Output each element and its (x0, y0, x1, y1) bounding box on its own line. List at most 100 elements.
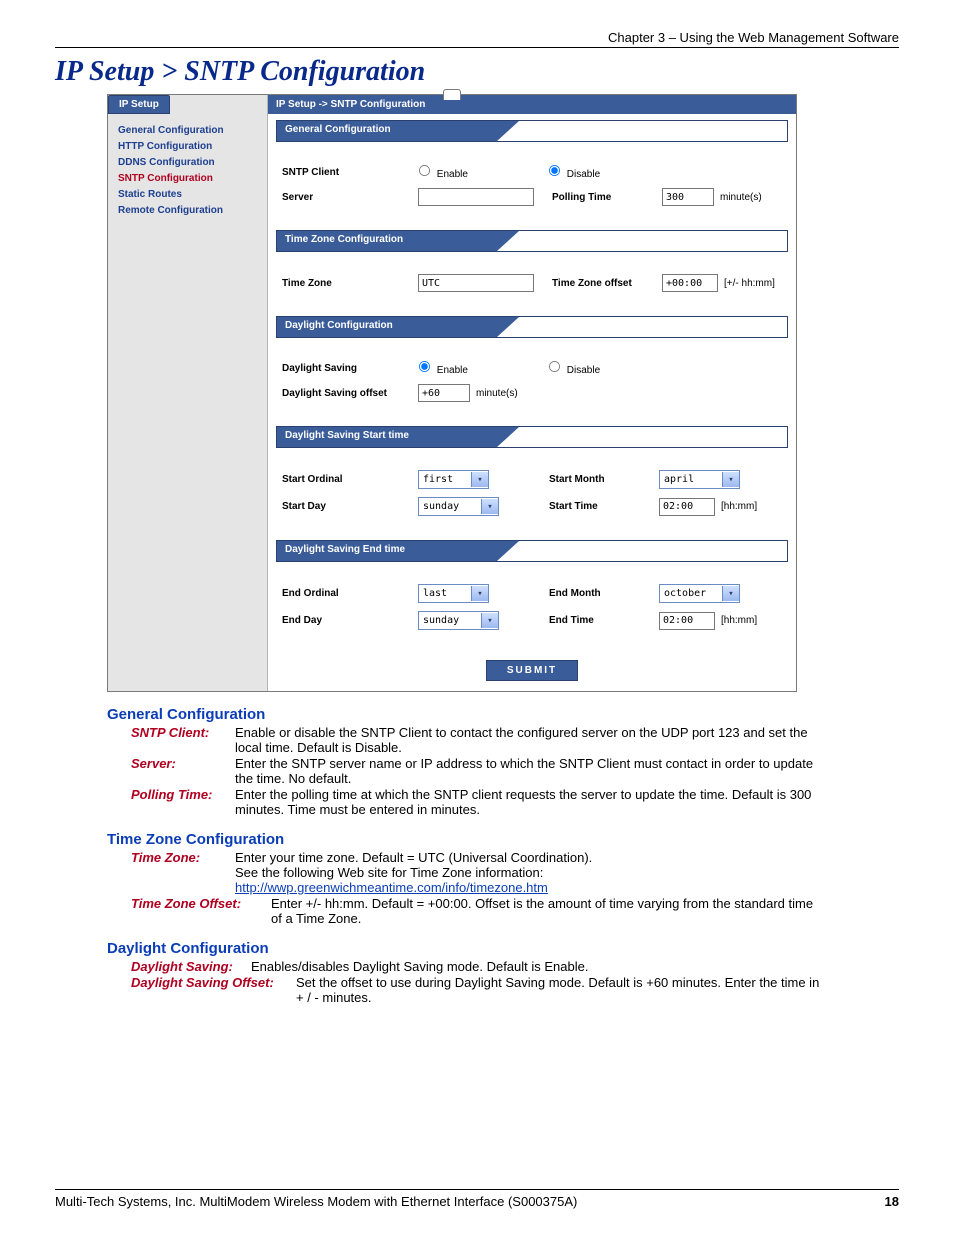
sntp-client-label: SNTP Client (282, 167, 418, 178)
doc-term-sntp: SNTP Client: (131, 725, 235, 755)
tz-offset-unit: [+/- hh:mm] (724, 278, 775, 289)
start-day-label: Start Day (282, 501, 418, 512)
start-month-value: april (664, 474, 722, 485)
polling-time-label: Polling Time (552, 192, 662, 203)
disable-label: Disable (567, 169, 600, 180)
start-ordinal-value: first (423, 474, 471, 485)
server-label: Server (282, 192, 418, 203)
doc-body-poll: Enter the polling time at which the SNTP… (235, 787, 827, 817)
doc-heading-tz: Time Zone Configuration (107, 831, 827, 848)
submit-button[interactable]: SUBMIT (486, 660, 578, 681)
sidebar-item-static[interactable]: Static Routes (118, 189, 257, 200)
chevron-down-icon: ▾ (471, 472, 488, 487)
sidebar-item-sntp[interactable]: SNTP Configuration (118, 173, 257, 184)
dl-disable-label: Disable (567, 365, 600, 376)
doc-body-tz: Enter your time zone. Default = UTC (Uni… (235, 850, 827, 895)
doc-tz-line1: Enter your time zone. Default = UTC (Uni… (235, 850, 592, 865)
chevron-down-icon: ▾ (471, 586, 488, 601)
doc-term-tzo: Time Zone Offset: (131, 896, 271, 926)
sidebar-item-general[interactable]: General Configuration (118, 125, 257, 136)
section-header-general: General Configuration (276, 120, 788, 142)
notch-icon (443, 89, 461, 100)
chevron-down-icon: ▾ (481, 499, 498, 514)
sntp-disable-radio[interactable] (549, 165, 560, 176)
section-title-dl: Daylight Configuration (277, 317, 497, 337)
sidebar-tab[interactable]: IP Setup (108, 95, 170, 114)
sidebar-item-remote[interactable]: Remote Configuration (118, 205, 257, 216)
section-header-tz: Time Zone Configuration (276, 230, 788, 252)
end-month-select[interactable]: october ▾ (659, 584, 740, 603)
timezone-input[interactable] (418, 274, 534, 292)
server-input[interactable] (418, 188, 534, 206)
start-ordinal-label: Start Ordinal (282, 474, 418, 485)
end-time-unit: [hh:mm] (721, 615, 757, 626)
end-ordinal-select[interactable]: last ▾ (418, 584, 489, 603)
doc-tz-line2: See the following Web site for Time Zone… (235, 865, 543, 880)
dl-offset-input[interactable] (418, 384, 470, 402)
start-month-select[interactable]: april ▾ (659, 470, 740, 489)
polling-time-input[interactable] (662, 188, 714, 206)
footer-text: Multi-Tech Systems, Inc. MultiModem Wire… (55, 1194, 577, 1209)
section-header-ds-start: Daylight Saving Start time (276, 426, 788, 448)
section-title-general: General Configuration (277, 121, 497, 141)
start-time-label: Start Time (549, 501, 659, 512)
end-ordinal-label: End Ordinal (282, 588, 418, 599)
sidebar-item-ddns[interactable]: DDNS Configuration (118, 157, 257, 168)
main-panel: IP Setup -> SNTP Configuration General C… (268, 95, 796, 691)
dl-disable-radio[interactable] (549, 361, 560, 372)
end-day-select[interactable]: sunday ▾ (418, 611, 499, 630)
screenshot-panel: IP Setup General Configuration HTTP Conf… (107, 94, 797, 692)
doc-tz-link[interactable]: http://wwp.greenwichmeantime.com/info/ti… (235, 880, 548, 895)
start-day-select[interactable]: sunday ▾ (418, 497, 499, 516)
breadcrumb: IP Setup -> SNTP Configuration (268, 95, 796, 114)
doc-term-tz: Time Zone: (131, 850, 235, 895)
doc-term-dso: Daylight Saving Offset: (131, 975, 296, 1005)
doc-body-ds: Enables/disables Daylight Saving mode. D… (251, 959, 827, 974)
end-month-label: End Month (549, 588, 659, 599)
doc-term-ds: Daylight Saving: (131, 959, 251, 974)
doc-term-server: Server: (131, 756, 235, 786)
chevron-down-icon: ▾ (481, 613, 498, 628)
chapter-rule (55, 47, 899, 48)
start-month-label: Start Month (549, 474, 659, 485)
section-title-ds-start: Daylight Saving Start time (277, 427, 497, 447)
section-title-tz: Time Zone Configuration (277, 231, 497, 251)
tz-offset-label: Time Zone offset (552, 278, 662, 289)
doc-body-tzo: Enter +/- hh:mm. Default = +00:00. Offse… (271, 896, 827, 926)
end-time-input[interactable] (659, 612, 715, 630)
dl-offset-label: Daylight Saving offset (282, 388, 418, 399)
doc-body-sntp: Enable or disable the SNTP Client to con… (235, 725, 827, 755)
page-number: 18 (885, 1194, 899, 1209)
sidebar-item-http[interactable]: HTTP Configuration (118, 141, 257, 152)
start-time-unit: [hh:mm] (721, 501, 757, 512)
section-header-dl: Daylight Configuration (276, 316, 788, 338)
start-ordinal-select[interactable]: first ▾ (418, 470, 489, 489)
section-title-ds-end: Daylight Saving End time (277, 541, 497, 561)
enable-label: Enable (437, 169, 468, 180)
doc-body-server: Enter the SNTP server name or IP address… (235, 756, 827, 786)
chapter-header: Chapter 3 – Using the Web Management Sof… (55, 30, 899, 45)
doc-term-poll: Polling Time: (131, 787, 235, 817)
doc-heading-general: General Configuration (107, 706, 827, 723)
polling-unit: minute(s) (720, 192, 762, 203)
sntp-enable-radio[interactable] (419, 165, 430, 176)
section-header-ds-end: Daylight Saving End time (276, 540, 788, 562)
dl-offset-unit: minute(s) (476, 388, 518, 399)
page-title: IP Setup > SNTP Configuration (55, 56, 899, 88)
timezone-label: Time Zone (282, 278, 418, 289)
tz-offset-input[interactable] (662, 274, 718, 292)
end-month-value: october (664, 588, 722, 599)
chevron-down-icon: ▾ (722, 472, 739, 487)
sidebar: IP Setup General Configuration HTTP Conf… (108, 95, 268, 691)
daylight-label: Daylight Saving (282, 363, 418, 374)
end-day-value: sunday (423, 615, 481, 626)
page-footer: Multi-Tech Systems, Inc. MultiModem Wire… (55, 1189, 899, 1209)
end-ordinal-value: last (423, 588, 471, 599)
dl-enable-label: Enable (437, 365, 468, 376)
end-time-label: End Time (549, 615, 659, 626)
start-time-input[interactable] (659, 498, 715, 516)
chevron-down-icon: ▾ (722, 586, 739, 601)
doc-body: General Configuration SNTP Client: Enabl… (107, 706, 827, 1005)
doc-heading-dl: Daylight Configuration (107, 940, 827, 957)
dl-enable-radio[interactable] (419, 361, 430, 372)
